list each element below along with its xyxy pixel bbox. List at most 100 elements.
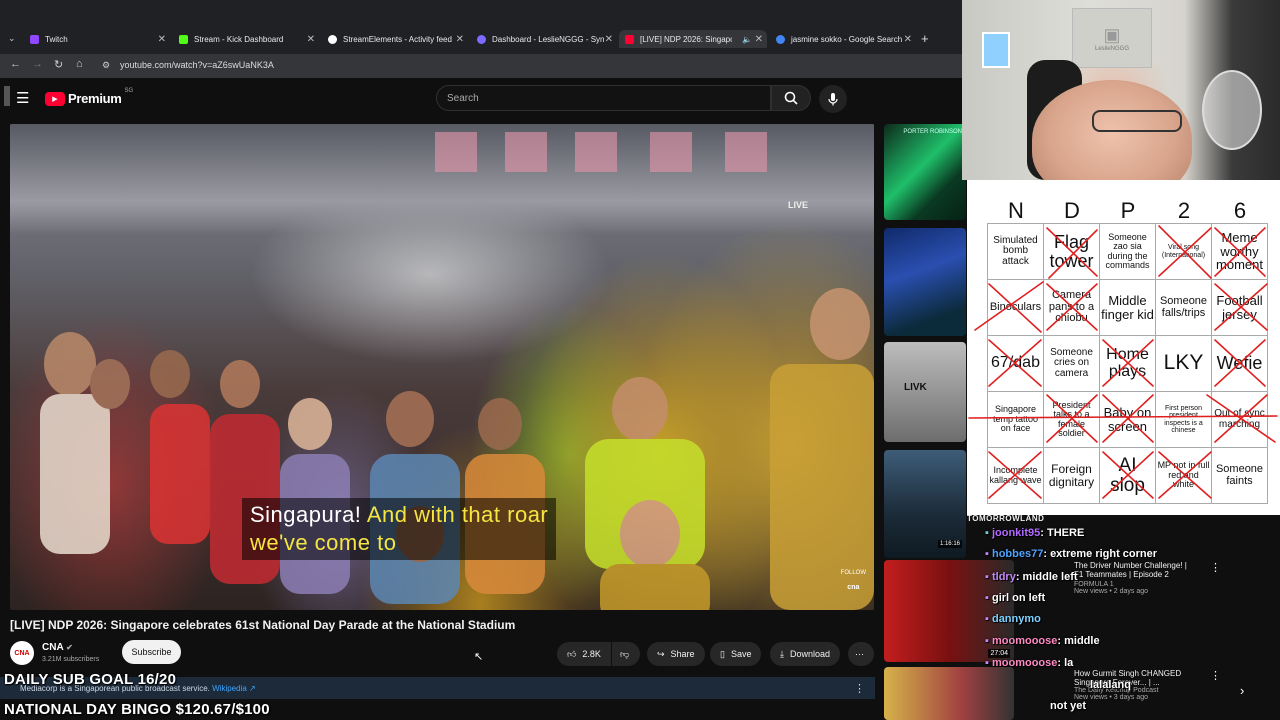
- close-tab-icon[interactable]: ✕: [158, 34, 166, 45]
- chat-username[interactable]: hobbes77: [992, 548, 1043, 560]
- chat-message: ▪ moomooose: la: [985, 657, 1074, 669]
- cross-mark: [988, 451, 1042, 499]
- tab-kick-dashboard[interactable]: Stream - Kick Dashboard ✕: [173, 30, 319, 48]
- subscriber-count: 3.21M subscribers: [42, 656, 100, 663]
- verified-icon: ✔: [66, 643, 73, 652]
- bookmark-icon: ▯: [720, 648, 725, 659]
- new-tab-button[interactable]: +: [921, 31, 929, 46]
- chat-badge-icon: ▪: [985, 571, 989, 583]
- subscribe-button[interactable]: Subscribe: [122, 640, 181, 664]
- wikipedia-link[interactable]: Wikipedia: [212, 684, 247, 693]
- dislike-button[interactable]: 👎︎: [612, 642, 640, 666]
- chat-username[interactable]: moomooose: [992, 657, 1057, 669]
- tab-list-chevron-icon[interactable]: ⌄: [8, 33, 16, 44]
- channel-name[interactable]: CNA ✔: [42, 642, 73, 653]
- chat-message: ▪ moomooose: middle: [985, 635, 1100, 647]
- chat-badge-icon: ▪: [985, 548, 989, 560]
- like-button[interactable]: 👍︎ 2.8K: [557, 642, 611, 666]
- share-label: Share: [670, 649, 695, 659]
- close-tab-icon[interactable]: ✕: [307, 34, 315, 45]
- download-button[interactable]: ⤓ Download: [770, 642, 841, 666]
- cross-mark: [1046, 394, 1098, 443]
- chat-username[interactable]: moomooose: [992, 635, 1057, 647]
- chat-badge-icon: ▪: [985, 592, 989, 604]
- recommended-video-thumbnail[interactable]: PORTER ROBINSON: [884, 124, 966, 220]
- video-player[interactable]: LIVE Singapura! And with that roar we've…: [10, 124, 874, 610]
- recommended-video-thumbnail[interactable]: [884, 228, 966, 336]
- external-link-icon: ↗: [249, 684, 256, 693]
- podcast-video-thumbnail[interactable]: [884, 667, 1014, 720]
- google-icon: [776, 34, 785, 44]
- glasses: [1092, 110, 1182, 132]
- recommended-video-thumbnail[interactable]: 1:16:16: [884, 450, 966, 558]
- back-icon[interactable]: ←: [10, 58, 21, 70]
- voice-search-button[interactable]: [819, 85, 847, 113]
- cross-mark: [1102, 339, 1154, 387]
- forward-icon[interactable]: →: [32, 58, 43, 70]
- mouse-cursor-icon: ↖: [474, 651, 484, 663]
- cna-watermark: cna: [847, 584, 860, 591]
- chat-badge-icon: ▪: [985, 527, 989, 539]
- thumbnail-text: LIVK: [904, 382, 927, 393]
- video-title-line: How Gurmit Singh CHANGED: [1074, 669, 1182, 678]
- recommended-video-thumbnail[interactable]: LIVK: [884, 342, 966, 442]
- chat-message: ▪ hobbes77: extreme right corner: [985, 548, 1158, 560]
- chat-text: middle: [1064, 635, 1100, 647]
- subtitle-yellow-text: And with that roar: [366, 502, 549, 527]
- info-more-icon[interactable]: ⋮: [854, 682, 865, 695]
- thumbs-down-icon: 👎︎: [620, 648, 630, 659]
- video-duration: 1:16:16: [937, 540, 962, 548]
- share-button[interactable]: ↪ Share: [647, 642, 705, 666]
- chat-badge-icon: ▪: [985, 657, 989, 669]
- cross-mark: [1214, 339, 1266, 387]
- chat-username[interactable]: tldry: [992, 571, 1016, 583]
- follow-watermark: FOLLOW cna: [841, 570, 866, 591]
- video-title-line: The Driver Number Challenge! |: [1074, 561, 1187, 570]
- video-menu-icon[interactable]: ⋮: [1210, 669, 1221, 682]
- streamer-webcam: ▣ LeslieNGGG: [962, 0, 1280, 180]
- browser-tab-bar: ⌄ Twitch ✕ Stream - Kick Dashboard ✕ Str…: [0, 0, 962, 54]
- chat-message: lalalanq: [1090, 679, 1131, 691]
- site-info-icon[interactable]: ⚙: [102, 60, 110, 71]
- close-tab-icon[interactable]: ✕: [755, 34, 763, 45]
- chat-username[interactable]: joonkit95: [992, 527, 1040, 539]
- download-icon: ⤓: [780, 648, 784, 659]
- tab-label: Twitch: [45, 34, 68, 44]
- tab-dashboard[interactable]: Dashboard - LeslieNGGG - Syn ✕: [471, 30, 617, 48]
- chevron-right-icon[interactable]: ›: [1240, 683, 1244, 698]
- streamelements-icon: [328, 34, 337, 44]
- desk-fan: [1202, 70, 1262, 150]
- more-actions-button[interactable]: ⋯: [848, 642, 874, 666]
- cross-mark: [1206, 394, 1276, 443]
- tab-streamelements[interactable]: StreamElements - Activity feed ✕: [322, 30, 468, 48]
- chat-username[interactable]: dannymo: [992, 613, 1041, 625]
- close-tab-icon[interactable]: ✕: [456, 34, 464, 45]
- speaker-icon[interactable]: 🔈: [742, 35, 752, 44]
- chat-text: la: [1064, 657, 1074, 669]
- close-tab-icon[interactable]: ✕: [904, 34, 912, 45]
- f1-video-meta[interactable]: The Driver Number Challenge! | F1 Teamma…: [1074, 561, 1187, 595]
- url-text[interactable]: youtube.com/watch?v=aZ6swUaNK3A: [120, 60, 274, 70]
- microphone-icon: [828, 93, 838, 106]
- chat-badge-icon: ▪: [985, 635, 989, 647]
- video-subtitle: Singapura! And with that roar we've come…: [242, 498, 557, 560]
- channel-avatar[interactable]: CNA: [10, 641, 34, 665]
- tab-google-search[interactable]: jasmine sokko - Google Search ✕: [770, 30, 916, 48]
- search-button[interactable]: [771, 85, 811, 111]
- thumbs-up-icon: 👍︎: [567, 648, 577, 659]
- tab-youtube-active[interactable]: [LIVE] NDP 2026: Singapore 🔈 ✕: [619, 30, 767, 48]
- tab-twitch[interactable]: Twitch ✕: [24, 30, 170, 48]
- close-tab-icon[interactable]: ✕: [605, 34, 613, 45]
- chat-message: ▪ dannymo: [985, 613, 1041, 625]
- twitch-icon: [30, 34, 39, 44]
- youtube-logo[interactable]: ▶ Premium SG: [45, 88, 133, 106]
- search-input[interactable]: Search: [436, 85, 771, 111]
- cross-mark: [974, 281, 1044, 333]
- reload-icon[interactable]: ↻: [54, 58, 63, 71]
- video-menu-icon[interactable]: ⋮: [1210, 561, 1221, 574]
- home-icon[interactable]: ⌂: [76, 58, 83, 70]
- menu-icon[interactable]: ☰: [16, 89, 29, 107]
- tab-label: StreamElements - Activity feed: [343, 34, 452, 44]
- tab-label: jasmine sokko - Google Search: [791, 34, 903, 44]
- save-button[interactable]: ▯ Save: [710, 642, 762, 666]
